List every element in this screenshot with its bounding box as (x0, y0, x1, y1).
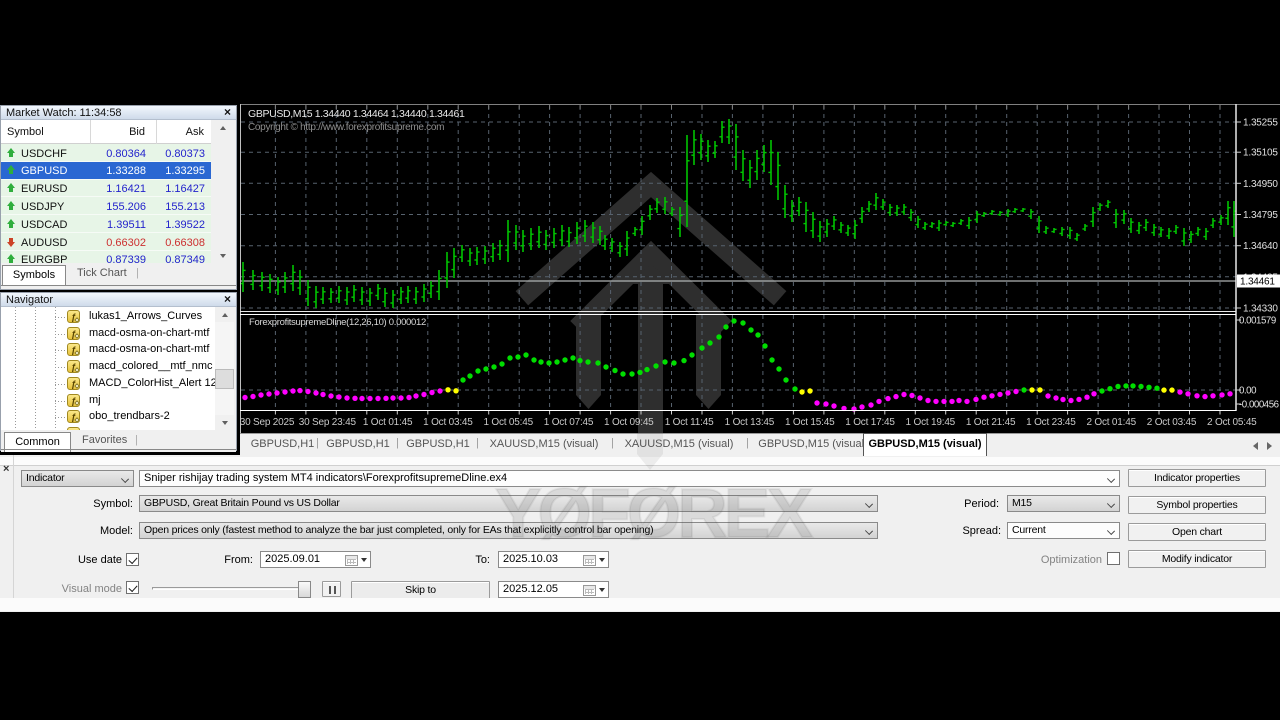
svg-text:1 Oct 03:45: 1 Oct 03:45 (423, 417, 473, 428)
svg-text:1 Oct 05:45: 1 Oct 05:45 (483, 417, 533, 428)
svg-text:ForexprofitsupremeDline(12,26,: ForexprofitsupremeDline(12,26,10) 0.0000… (249, 317, 426, 328)
svg-text:1 Oct 13:45: 1 Oct 13:45 (725, 417, 775, 428)
svg-text:30 Sep 2025: 30 Sep 2025 (240, 417, 295, 428)
svg-text:2 Oct 05:45: 2 Oct 05:45 (1207, 417, 1257, 428)
svg-text:1 Oct 01:45: 1 Oct 01:45 (363, 417, 413, 428)
svg-text:-0.000456: -0.000456 (1239, 400, 1279, 411)
svg-text:1 Oct 09:45: 1 Oct 09:45 (604, 417, 654, 428)
svg-text:Copyright © http://www.forexpr: Copyright © http://www.forexprofitsuprem… (248, 122, 444, 133)
svg-text:1.34330: 1.34330 (1243, 304, 1278, 315)
svg-text:1.35105: 1.35105 (1243, 148, 1278, 159)
svg-text:1.34795: 1.34795 (1243, 210, 1278, 221)
svg-text:1 Oct 07:45: 1 Oct 07:45 (544, 417, 594, 428)
svg-text:2 Oct 03:45: 2 Oct 03:45 (1147, 417, 1197, 428)
svg-text:2 Oct 01:45: 2 Oct 01:45 (1086, 417, 1136, 428)
svg-text:1 Oct 21:45: 1 Oct 21:45 (966, 417, 1016, 428)
svg-text:1.34950: 1.34950 (1243, 179, 1278, 190)
svg-text:30 Sep 23:45: 30 Sep 23:45 (299, 417, 357, 428)
svg-text:1.35255: 1.35255 (1243, 118, 1278, 129)
svg-text:1 Oct 15:45: 1 Oct 15:45 (785, 417, 835, 428)
svg-text:1 Oct 11:45: 1 Oct 11:45 (665, 417, 714, 428)
svg-text:1.34640: 1.34640 (1243, 241, 1278, 252)
svg-text:0.00: 0.00 (1239, 386, 1257, 397)
svg-text:1 Oct 19:45: 1 Oct 19:45 (906, 417, 956, 428)
svg-text:1.34461: 1.34461 (1240, 277, 1275, 288)
svg-text:1 Oct 23:45: 1 Oct 23:45 (1026, 417, 1076, 428)
svg-text:1 Oct 17:45: 1 Oct 17:45 (845, 417, 895, 428)
svg-text:GBPUSD,M15 1.34440 1.34464 1.: GBPUSD,M15 1.34440 1.34464 1.34440 1.344… (248, 108, 465, 120)
svg-text:0.001579: 0.001579 (1239, 316, 1276, 327)
